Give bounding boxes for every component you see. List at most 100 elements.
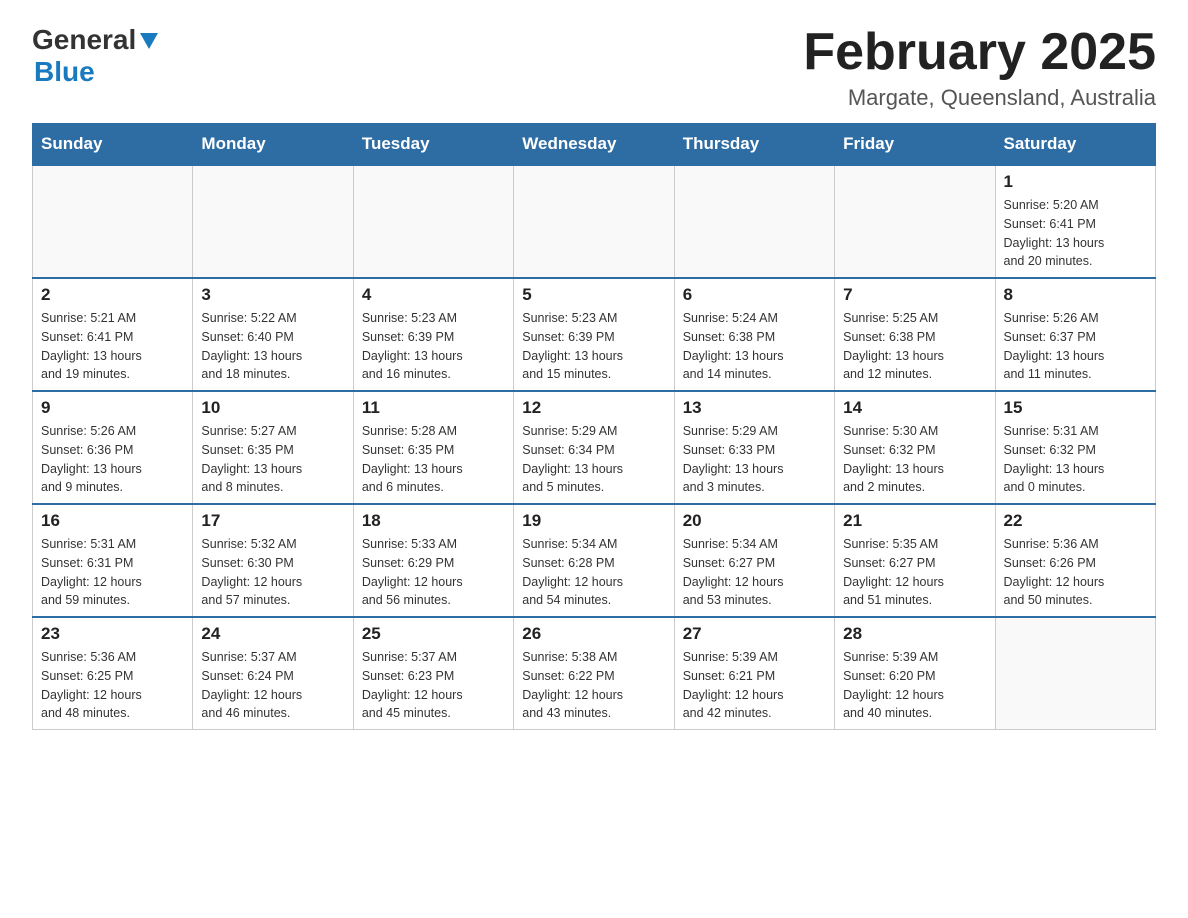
calendar-cell: 22 Sunrise: 5:36 AMSunset: 6:26 PMDayligh… — [995, 504, 1155, 617]
calendar-cell: 9 Sunrise: 5:26 AMSunset: 6:36 PMDaylight… — [33, 391, 193, 504]
calendar-week-row: 2Sunrise: 5:21 AMSunset: 6:41 PMDaylight… — [33, 278, 1156, 391]
day-number: 2 — [41, 285, 184, 305]
day-number: 4 — [362, 285, 505, 305]
day-number: 20 — [683, 511, 826, 531]
day-info: Sunrise: 5:22 AMSunset: 6:40 PMDaylight:… — [201, 309, 344, 384]
day-number: 6 — [683, 285, 826, 305]
logo-blue-text: Blue — [34, 56, 95, 88]
day-info: Sunrise: 5:34 AMSunset: 6:28 PMDaylight:… — [522, 535, 665, 610]
day-info: Sunrise: 5:31 AMSunset: 6:31 PMDaylight:… — [41, 535, 184, 610]
calendar-cell: 3Sunrise: 5:22 AMSunset: 6:40 PMDaylight… — [193, 278, 353, 391]
calendar-cell: 8 Sunrise: 5:26 AMSunset: 6:37 PMDaylight… — [995, 278, 1155, 391]
day-info: Sunrise: 5:29 AMSunset: 6:34 PMDaylight:… — [522, 422, 665, 497]
day-info: Sunrise: 5:26 AMSunset: 6:36 PMDaylight:… — [41, 422, 184, 497]
calendar-cell: 7 Sunrise: 5:25 AMSunset: 6:38 PMDaylight… — [835, 278, 995, 391]
calendar-cell: 18 Sunrise: 5:33 AMSunset: 6:29 PMDayligh… — [353, 504, 513, 617]
calendar-cell — [995, 617, 1155, 730]
calendar-table: SundayMondayTuesdayWednesdayThursdayFrid… — [32, 123, 1156, 730]
calendar-cell — [193, 165, 353, 278]
weekday-header-tuesday: Tuesday — [353, 124, 513, 166]
day-number: 13 — [683, 398, 826, 418]
calendar-cell — [835, 165, 995, 278]
logo: General Blue — [32, 24, 158, 88]
calendar-cell: 12 Sunrise: 5:29 AMSunset: 6:34 PMDayligh… — [514, 391, 674, 504]
day-number: 18 — [362, 511, 505, 531]
day-number: 10 — [201, 398, 344, 418]
weekday-header-friday: Friday — [835, 124, 995, 166]
day-number: 12 — [522, 398, 665, 418]
calendar-cell: 14 Sunrise: 5:30 AMSunset: 6:32 PMDayligh… — [835, 391, 995, 504]
calendar-cell — [674, 165, 834, 278]
day-info: Sunrise: 5:33 AMSunset: 6:29 PMDaylight:… — [362, 535, 505, 610]
day-number: 26 — [522, 624, 665, 644]
calendar-week-row: 1 Sunrise: 5:20 AMSunset: 6:41 PMDaylight… — [33, 165, 1156, 278]
calendar-cell: 28 Sunrise: 5:39 AMSunset: 6:20 PMDayligh… — [835, 617, 995, 730]
day-number: 23 — [41, 624, 184, 644]
day-number: 19 — [522, 511, 665, 531]
day-info: Sunrise: 5:30 AMSunset: 6:32 PMDaylight:… — [843, 422, 986, 497]
day-number: 8 — [1004, 285, 1147, 305]
calendar-cell: 10Sunrise: 5:27 AMSunset: 6:35 PMDayligh… — [193, 391, 353, 504]
calendar-cell: 19 Sunrise: 5:34 AMSunset: 6:28 PMDayligh… — [514, 504, 674, 617]
day-info: Sunrise: 5:39 AMSunset: 6:21 PMDaylight:… — [683, 648, 826, 723]
day-number: 9 — [41, 398, 184, 418]
day-info: Sunrise: 5:36 AMSunset: 6:25 PMDaylight:… — [41, 648, 184, 723]
day-number: 17 — [201, 511, 344, 531]
day-info: Sunrise: 5:20 AMSunset: 6:41 PMDaylight:… — [1004, 196, 1147, 271]
day-info: Sunrise: 5:31 AMSunset: 6:32 PMDaylight:… — [1004, 422, 1147, 497]
calendar-cell — [514, 165, 674, 278]
calendar-week-row: 16 Sunrise: 5:31 AMSunset: 6:31 PMDayligh… — [33, 504, 1156, 617]
day-number: 11 — [362, 398, 505, 418]
day-number: 27 — [683, 624, 826, 644]
day-info: Sunrise: 5:34 AMSunset: 6:27 PMDaylight:… — [683, 535, 826, 610]
day-info: Sunrise: 5:24 AMSunset: 6:38 PMDaylight:… — [683, 309, 826, 384]
weekday-header-saturday: Saturday — [995, 124, 1155, 166]
day-number: 15 — [1004, 398, 1147, 418]
day-info: Sunrise: 5:26 AMSunset: 6:37 PMDaylight:… — [1004, 309, 1147, 384]
month-title: February 2025 — [803, 24, 1156, 81]
day-info: Sunrise: 5:38 AMSunset: 6:22 PMDaylight:… — [522, 648, 665, 723]
calendar-cell: 2Sunrise: 5:21 AMSunset: 6:41 PMDaylight… — [33, 278, 193, 391]
calendar-cell — [353, 165, 513, 278]
calendar-week-row: 9 Sunrise: 5:26 AMSunset: 6:36 PMDaylight… — [33, 391, 1156, 504]
day-number: 24 — [201, 624, 344, 644]
day-info: Sunrise: 5:25 AMSunset: 6:38 PMDaylight:… — [843, 309, 986, 384]
calendar-cell: 1 Sunrise: 5:20 AMSunset: 6:41 PMDaylight… — [995, 165, 1155, 278]
logo-general-text: General — [32, 24, 136, 56]
calendar-cell: 11 Sunrise: 5:28 AMSunset: 6:35 PMDayligh… — [353, 391, 513, 504]
day-number: 25 — [362, 624, 505, 644]
calendar-cell: 26 Sunrise: 5:38 AMSunset: 6:22 PMDayligh… — [514, 617, 674, 730]
calendar-cell: 4Sunrise: 5:23 AMSunset: 6:39 PMDaylight… — [353, 278, 513, 391]
calendar-cell: 24 Sunrise: 5:37 AMSunset: 6:24 PMDayligh… — [193, 617, 353, 730]
weekday-header-thursday: Thursday — [674, 124, 834, 166]
day-number: 22 — [1004, 511, 1147, 531]
day-info: Sunrise: 5:28 AMSunset: 6:35 PMDaylight:… — [362, 422, 505, 497]
page-header: General Blue February 2025 Margate, Quee… — [32, 24, 1156, 111]
calendar-header-row: SundayMondayTuesdayWednesdayThursdayFrid… — [33, 124, 1156, 166]
weekday-header-wednesday: Wednesday — [514, 124, 674, 166]
day-number: 1 — [1004, 172, 1147, 192]
calendar-cell: 5Sunrise: 5:23 AMSunset: 6:39 PMDaylight… — [514, 278, 674, 391]
day-number: 21 — [843, 511, 986, 531]
calendar-cell: 13Sunrise: 5:29 AMSunset: 6:33 PMDayligh… — [674, 391, 834, 504]
day-number: 28 — [843, 624, 986, 644]
calendar-cell: 27 Sunrise: 5:39 AMSunset: 6:21 PMDayligh… — [674, 617, 834, 730]
location-title: Margate, Queensland, Australia — [803, 85, 1156, 111]
calendar-cell: 16 Sunrise: 5:31 AMSunset: 6:31 PMDayligh… — [33, 504, 193, 617]
day-number: 14 — [843, 398, 986, 418]
day-info: Sunrise: 5:32 AMSunset: 6:30 PMDaylight:… — [201, 535, 344, 610]
day-info: Sunrise: 5:23 AMSunset: 6:39 PMDaylight:… — [522, 309, 665, 384]
day-info: Sunrise: 5:36 AMSunset: 6:26 PMDaylight:… — [1004, 535, 1147, 610]
calendar-cell: 25 Sunrise: 5:37 AMSunset: 6:23 PMDayligh… — [353, 617, 513, 730]
day-info: Sunrise: 5:35 AMSunset: 6:27 PMDaylight:… — [843, 535, 986, 610]
calendar-cell: 20 Sunrise: 5:34 AMSunset: 6:27 PMDayligh… — [674, 504, 834, 617]
weekday-header-sunday: Sunday — [33, 124, 193, 166]
logo-triangle-icon — [140, 33, 158, 49]
day-info: Sunrise: 5:39 AMSunset: 6:20 PMDaylight:… — [843, 648, 986, 723]
day-number: 16 — [41, 511, 184, 531]
calendar-cell — [33, 165, 193, 278]
day-info: Sunrise: 5:37 AMSunset: 6:24 PMDaylight:… — [201, 648, 344, 723]
day-info: Sunrise: 5:37 AMSunset: 6:23 PMDaylight:… — [362, 648, 505, 723]
calendar-cell: 6 Sunrise: 5:24 AMSunset: 6:38 PMDaylight… — [674, 278, 834, 391]
day-number: 7 — [843, 285, 986, 305]
